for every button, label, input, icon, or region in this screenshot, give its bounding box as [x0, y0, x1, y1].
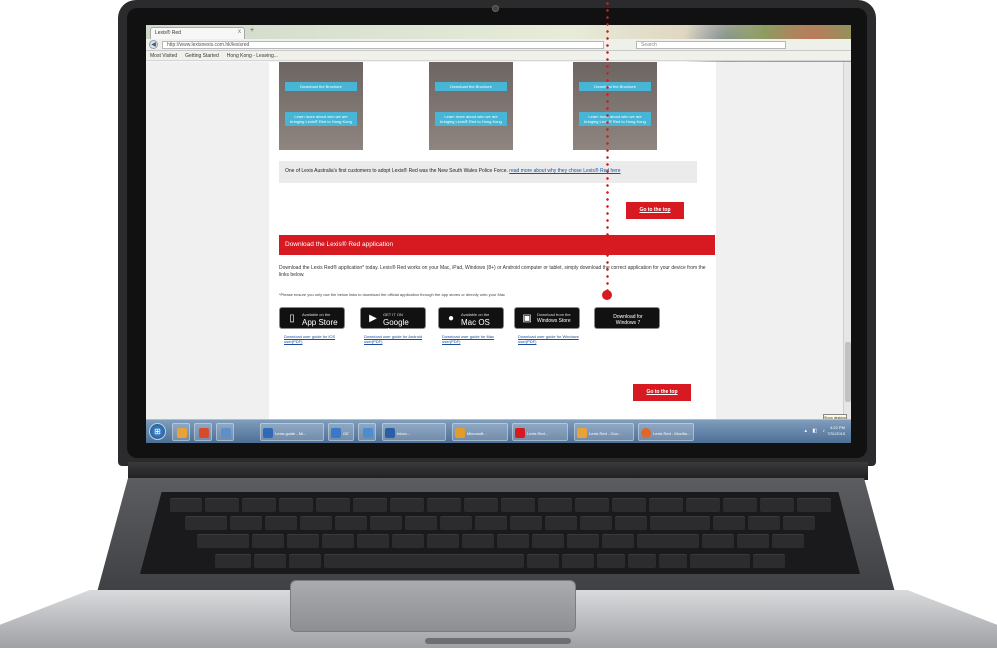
customer-quote: One of Lexis Australia's first customers…	[279, 161, 697, 183]
new-tab-button[interactable]: +	[250, 27, 254, 34]
badge-title: Windows 7	[615, 320, 641, 326]
taskbar-item-label: Lexis Red...	[527, 431, 549, 436]
windows-store-icon: ▣	[522, 313, 532, 324]
taskbar-item[interactable]: Lexis Red...	[512, 423, 568, 441]
address-bar[interactable]: http://www.lexisnexis.com.hk/lexisred	[162, 41, 604, 49]
go-to-top-button[interactable]: Go to the top	[633, 384, 691, 401]
back-button[interactable]: ◀	[149, 40, 158, 49]
taskbar-item-label: Lexis Red - Mozilla...	[653, 431, 691, 436]
windows-guide-link[interactable]: Download user guide for Windows user(PDF…	[518, 334, 584, 344]
download-brochure-button[interactable]: Download the Brochure	[285, 82, 357, 91]
webcam-icon	[492, 5, 499, 12]
app-icon	[515, 428, 525, 438]
taskbar-item[interactable]: Microsoft...	[452, 423, 508, 441]
bookmark-item[interactable]: Getting Started	[185, 53, 219, 59]
clock-date: 7/31/2015	[827, 431, 845, 436]
taskbar-item-label: OE	[343, 431, 349, 436]
keyboard	[140, 492, 860, 574]
scrollbar-thumb[interactable]	[845, 342, 851, 402]
mac-os-badge[interactable]: ● Available on the Mac OS	[438, 307, 504, 329]
app-store-badge[interactable]: ▯ Available on the App Store	[279, 307, 345, 329]
tab-title: Lexis® Red	[155, 30, 181, 36]
taskbar-item[interactable]: OE	[328, 423, 354, 441]
google-play-badge[interactable]: ▶ GET IT ON Google play	[360, 307, 426, 336]
badge-title: Windows Store	[537, 318, 571, 324]
apple-icon: ●	[447, 313, 455, 324]
taskbar-item[interactable]: Inbox...	[382, 423, 446, 441]
android-guide-link[interactable]: Download user guide for Android user(PDF…	[364, 334, 430, 344]
download-intro-text: Download the Lexis Red® application* tod…	[279, 265, 706, 278]
go-to-top-button[interactable]: Go to the top	[626, 202, 684, 219]
callout-dotted-line	[606, 0, 609, 296]
promo-card: Download the Brochure Learn more about w…	[279, 62, 363, 150]
promo-card: Download the Brochure Learn more about w…	[429, 62, 513, 150]
page-scrollbar[interactable]	[843, 62, 851, 419]
laptop-illustration: Lexis® Red x + ◀ http://www.lexisnexis.c…	[0, 0, 997, 653]
taskbar-item[interactable]: Lexis Red - Goo...	[574, 423, 634, 441]
app-icon	[363, 428, 373, 438]
app-icon	[455, 428, 465, 438]
app-icon	[263, 428, 273, 438]
quote-read-more-link[interactable]: read more about why they chose Lexis® Re…	[509, 168, 620, 174]
app-icon	[331, 428, 341, 438]
download-brochure-button[interactable]: Download the Brochure	[579, 82, 651, 91]
badge-caption: Available on the	[302, 312, 331, 317]
badge-title: App Store	[302, 318, 338, 327]
phone-icon: ▯	[289, 313, 295, 324]
app-icon	[385, 428, 395, 438]
search-input[interactable]: Search	[636, 41, 786, 49]
taskbar-item[interactable]: Lexis Red - Mozilla...	[638, 423, 694, 441]
promo-card: Download the Brochure Learn more about w…	[573, 62, 657, 150]
windows-taskbar: ⊞ Lexis guide - Mi... OE Inbox... Micros…	[146, 419, 851, 443]
laptop-front-notch	[425, 638, 571, 644]
learn-more-button[interactable]: Learn more about who we are bringing Lex…	[579, 112, 651, 126]
trackpad	[290, 580, 576, 632]
laptop-hinge	[128, 462, 868, 480]
taskbar-item[interactable]	[358, 423, 376, 441]
badge-caption: Download from the	[537, 312, 571, 317]
app-icon	[177, 428, 187, 438]
app-icon	[577, 428, 587, 438]
system-tray-icons[interactable]: ▴ ◧ ♪	[804, 428, 827, 434]
browser-tab-bar: Lexis® Red x +	[146, 25, 851, 65]
download-brochure-button[interactable]: Download the Brochure	[435, 82, 507, 91]
taskbar-item-label: Lexis Red - Goo...	[589, 431, 622, 436]
windows-7-download-button[interactable]: Download for Windows 7	[594, 307, 660, 329]
taskbar-item-label: Lexis guide - Mi...	[275, 431, 307, 436]
windows-store-badge[interactable]: ▣ Download from the Windows Store	[514, 307, 580, 329]
badge-title: Mac OS	[461, 318, 490, 327]
learn-more-button[interactable]: Learn more about who we are bringing Lex…	[285, 112, 357, 126]
taskbar-item[interactable]	[172, 423, 190, 441]
learn-more-button[interactable]: Learn more about who we are bringing Lex…	[435, 112, 507, 126]
taskbar-item[interactable]	[216, 423, 234, 441]
tab-close-icon[interactable]: x	[238, 29, 241, 35]
taskbar-item[interactable]: Lexis guide - Mi...	[260, 423, 324, 441]
app-icon	[641, 428, 651, 438]
page-content: Download the Brochure Learn more about w…	[269, 62, 716, 419]
quote-text: One of Lexis Australia's first customers…	[285, 168, 508, 174]
web-page: Download the Brochure Learn more about w…	[146, 62, 851, 419]
browser-tab[interactable]: Lexis® Red x	[150, 27, 245, 39]
download-note: *Please ensure you only use the below li…	[279, 292, 506, 297]
browser-toolbar: ◀ http://www.lexisnexis.com.hk/lexisred …	[146, 39, 851, 51]
app-icon	[199, 428, 209, 438]
start-button[interactable]: ⊞	[149, 423, 166, 440]
badge-caption: Available on the	[461, 312, 490, 317]
taskbar-item[interactable]	[194, 423, 212, 441]
bookmark-item[interactable]: Hong Kong - Leaving...	[227, 53, 278, 59]
bookmark-item[interactable]: Most Visited	[150, 53, 177, 59]
badge-caption: GET IT ON	[383, 312, 403, 317]
section-heading: Download the Lexis® Red application	[279, 235, 715, 255]
ios-guide-link[interactable]: Download user guide for iOS user(PDF)	[284, 334, 350, 344]
app-icon	[221, 428, 231, 438]
mac-guide-link[interactable]: Download user guide for Mac user(PDF)	[442, 334, 508, 344]
taskbar-clock[interactable]: 4:22 PM 7/31/2015	[827, 425, 845, 437]
bookmarks-bar: Most Visited Getting Started Hong Kong -…	[146, 51, 851, 61]
play-icon: ▶	[369, 313, 377, 324]
taskbar-item-label: Inbox...	[397, 431, 411, 436]
callout-marker	[602, 290, 612, 300]
screen-display: Lexis® Red x + ◀ http://www.lexisnexis.c…	[146, 25, 851, 443]
taskbar-item-label: Microsoft...	[467, 431, 487, 436]
